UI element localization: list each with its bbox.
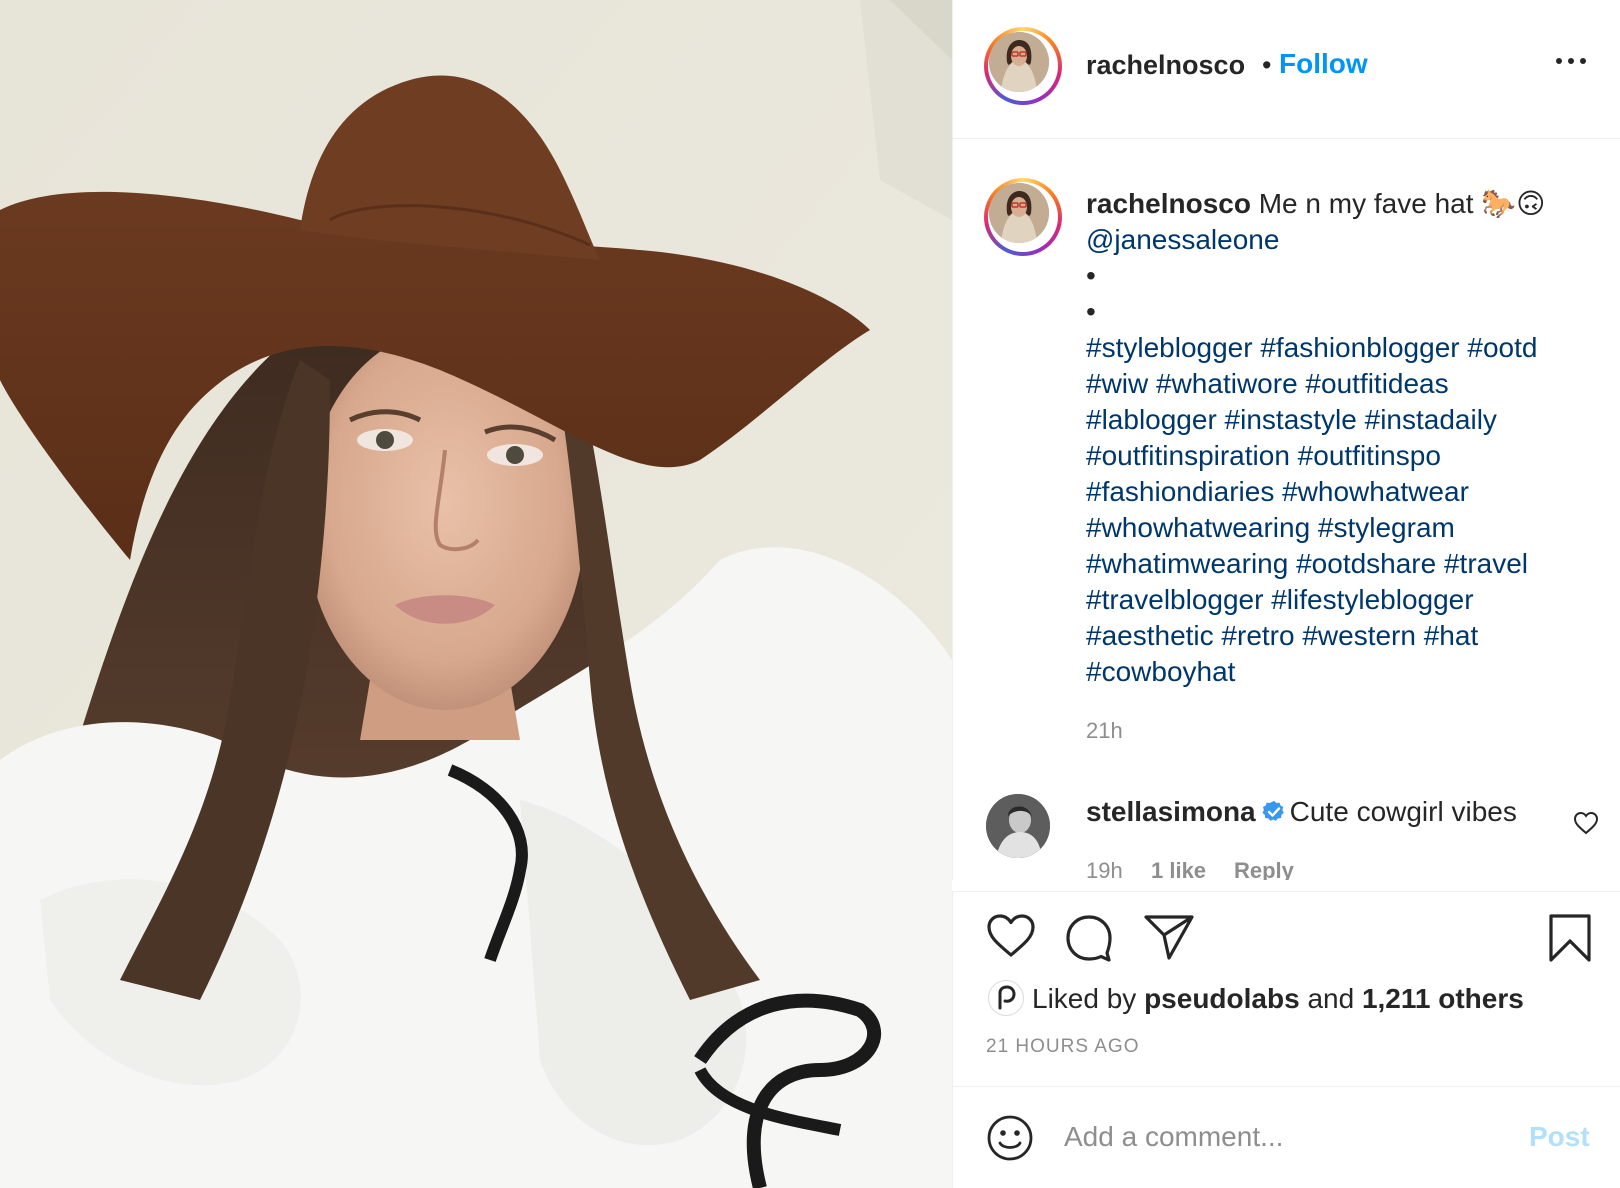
avatar-image (989, 183, 1049, 243)
caption-time[interactable]: 21h (1086, 718, 1123, 744)
hashtag-line[interactable]: #lablogger #instastyle #instadaily (1086, 402, 1586, 438)
hashtag-line[interactable]: #outfitinspiration #outfitinspo (1086, 438, 1586, 474)
follow-button[interactable]: Follow (1279, 48, 1368, 80)
hashtag-line[interactable]: #cowboyhat (1086, 654, 1586, 690)
emoji-smiley-icon[interactable] (986, 1114, 1034, 1167)
comment-input[interactable] (1064, 1117, 1484, 1157)
likes-middle: and (1307, 983, 1355, 1014)
post-comment-button[interactable]: Post (1529, 1121, 1590, 1153)
caption-text: rachelnosco Me n my fave hat 🐎🙃 @janessa… (1086, 186, 1586, 690)
comment-text: Cute cowgirl vibes (1289, 796, 1517, 827)
commenter-username[interactable]: stellasimona (1086, 796, 1256, 827)
commenter-avatar[interactable] (986, 794, 1050, 858)
more-options-icon[interactable] (1556, 54, 1590, 68)
post-image (0, 0, 952, 1188)
caption-body: Me n my fave hat 🐎🙃 (1258, 188, 1546, 219)
hashtag-line[interactable]: #aesthetic #retro #western #hat (1086, 618, 1586, 654)
likes-others[interactable]: 1,211 others (1362, 983, 1524, 1014)
like-heart-icon[interactable] (986, 913, 1036, 964)
caption-username[interactable]: rachelnosco (1086, 188, 1251, 219)
hashtag-line[interactable]: #fashiondiaries #whowhatwear (1086, 474, 1586, 510)
hashtag-line[interactable]: #travelblogger #lifestyleblogger (1086, 582, 1586, 618)
hashtag-line[interactable]: #whowhatwearing #stylegram (1086, 510, 1586, 546)
avatar-image (989, 32, 1049, 92)
caption-bullet: • (1086, 296, 1096, 327)
post-photo[interactable] (0, 0, 952, 1188)
save-bookmark-icon[interactable] (1548, 913, 1592, 968)
hashtag-line[interactable]: #whatimwearing #ootdshare #travel (1086, 546, 1586, 582)
caption-mention[interactable]: @janessaleone (1086, 222, 1586, 258)
hashtag-line[interactable]: #wiw #whatiwore #outfitideas (1086, 366, 1586, 402)
comment-row: stellasimona Cute cowgirl vibes (1086, 796, 1517, 831)
comment-bubble-icon[interactable] (1064, 913, 1114, 968)
avatar-image (986, 794, 1050, 858)
post-timestamp[interactable]: 21 HOURS AGO (986, 1036, 1140, 1058)
author-username[interactable]: rachelnosco (1086, 50, 1245, 81)
caption-bullet: • (1086, 260, 1096, 291)
liker-avatar[interactable] (988, 980, 1024, 1016)
comment-like-icon[interactable] (1573, 811, 1599, 840)
pseudolabs-logo-icon (998, 985, 1016, 1010)
share-paper-plane-icon[interactable] (1143, 913, 1195, 966)
header-separator: • (1262, 50, 1272, 80)
liker-username[interactable]: pseudolabs (1144, 983, 1300, 1014)
hashtag-line[interactable]: #styleblogger #fashionblogger #ootd (1086, 330, 1586, 366)
author-avatar[interactable] (984, 27, 1062, 105)
verified-badge-icon (1262, 799, 1286, 831)
caption-avatar[interactable] (984, 178, 1062, 256)
likes-summary: Liked by pseudolabs and 1,211 others (1032, 983, 1524, 1015)
likes-prefix: Liked by (1032, 983, 1137, 1014)
scroll-clip (952, 880, 1620, 891)
